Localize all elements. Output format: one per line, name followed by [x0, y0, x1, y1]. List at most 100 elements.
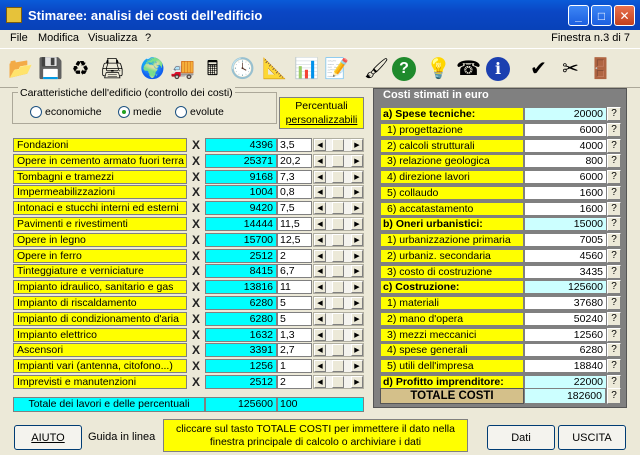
remove-icon[interactable]: X: [189, 343, 203, 357]
help-button[interactable]: ?: [607, 138, 621, 153]
remove-icon[interactable]: X: [189, 280, 203, 294]
radio-evolute-button[interactable]: [175, 106, 187, 118]
arrow-right-icon[interactable]: ▶: [351, 249, 363, 262]
arrow-right-icon[interactable]: ▶: [351, 344, 363, 357]
arrow-left-icon[interactable]: ◀: [314, 281, 326, 294]
remove-icon[interactable]: X: [189, 359, 203, 373]
remove-icon[interactable]: X: [189, 375, 203, 389]
arrow-left-icon[interactable]: ◀: [314, 170, 326, 183]
work-percent-input[interactable]: 1,3: [277, 327, 312, 342]
radio-economiche[interactable]: economiche: [30, 106, 102, 118]
arrow-left-icon[interactable]: ◀: [314, 360, 326, 373]
save-disk-icon[interactable]: 💾: [36, 53, 65, 85]
percent-scrollbar[interactable]: ◀ ▶: [313, 153, 364, 168]
uscita-button[interactable]: USCITA: [558, 425, 626, 450]
work-percent-input[interactable]: 7,3: [277, 169, 312, 184]
arrow-right-icon[interactable]: ▶: [351, 233, 363, 246]
help-button[interactable]: ?: [607, 170, 621, 184]
brush-icon[interactable]: 🖌: [362, 53, 391, 85]
arrow-left-icon[interactable]: ◀: [314, 328, 326, 341]
work-percent-input[interactable]: 2: [277, 375, 312, 389]
menu-file[interactable]: File: [10, 32, 28, 44]
cost-value-input[interactable]: 800: [524, 154, 607, 169]
arrow-left-icon[interactable]: ◀: [314, 202, 326, 215]
cost-value-input[interactable]: 4000: [524, 138, 607, 153]
scroll-thumb[interactable]: [332, 376, 344, 388]
cost-value-input[interactable]: 6280: [524, 343, 607, 358]
arrow-right-icon[interactable]: ▶: [351, 218, 363, 230]
remove-icon[interactable]: X: [189, 233, 203, 247]
cost-value-input[interactable]: 7005: [524, 233, 607, 247]
percent-scrollbar[interactable]: ◀ ▶: [313, 343, 364, 358]
menu-visualizza[interactable]: Visualizza: [88, 32, 137, 44]
total-costs-button[interactable]: TOTALE COSTI: [380, 388, 524, 404]
work-percent-input[interactable]: 2: [277, 248, 312, 263]
arrow-left-icon[interactable]: ◀: [314, 297, 326, 309]
help-button[interactable]: ?: [607, 343, 621, 358]
help-button[interactable]: ?: [607, 185, 621, 200]
percent-scrollbar[interactable]: ◀ ▶: [313, 232, 364, 247]
help-button[interactable]: ?: [607, 217, 621, 232]
radio-medie[interactable]: medie: [118, 106, 162, 118]
work-percent-input[interactable]: 20,2: [277, 153, 312, 168]
cost-value-input[interactable]: 3435: [524, 264, 607, 279]
cost-value-input[interactable]: 37680: [524, 296, 607, 310]
work-percent-input[interactable]: 11: [277, 280, 312, 295]
work-percent-input[interactable]: 7,5: [277, 201, 312, 216]
cost-value-input[interactable]: 50240: [524, 311, 607, 326]
arrow-right-icon[interactable]: ▶: [351, 154, 363, 167]
percent-scrollbar[interactable]: ◀ ▶: [313, 359, 364, 374]
cost-value-input[interactable]: 125600: [524, 280, 607, 295]
percent-scrollbar[interactable]: ◀ ▶: [313, 264, 364, 279]
cost-value-input[interactable]: 6000: [524, 122, 607, 137]
scroll-thumb[interactable]: [332, 218, 344, 230]
arrow-left-icon[interactable]: ◀: [314, 312, 326, 325]
help-button[interactable]: ?: [607, 248, 621, 263]
recycle-bin-icon[interactable]: ♻: [66, 53, 95, 85]
work-percent-input[interactable]: 11,5: [277, 217, 312, 231]
arrow-left-icon[interactable]: ◀: [314, 218, 326, 230]
scroll-thumb[interactable]: [332, 265, 344, 278]
menu-help[interactable]: ?: [145, 32, 151, 44]
cost-value-input[interactable]: 6000: [524, 170, 607, 184]
printer-icon[interactable]: 🖨: [98, 53, 127, 85]
arrow-left-icon[interactable]: ◀: [314, 154, 326, 167]
scroll-thumb[interactable]: [332, 233, 344, 246]
scroll-thumb[interactable]: [332, 186, 344, 199]
remove-icon[interactable]: X: [189, 249, 203, 263]
notepad-icon[interactable]: 📝: [322, 53, 351, 85]
arrow-right-icon[interactable]: ▶: [351, 202, 363, 215]
arrow-left-icon[interactable]: ◀: [314, 139, 326, 151]
arrow-right-icon[interactable]: ▶: [351, 312, 363, 325]
guida-link[interactable]: Guida in linea: [88, 431, 155, 443]
remove-icon[interactable]: X: [189, 170, 203, 184]
minimize-button[interactable]: _: [568, 5, 589, 26]
scroll-thumb[interactable]: [332, 360, 344, 373]
scissors-icon[interactable]: ✂: [556, 53, 585, 85]
percent-scrollbar[interactable]: ◀ ▶: [313, 169, 364, 184]
percent-scrollbar[interactable]: ◀ ▶: [313, 201, 364, 216]
scroll-thumb[interactable]: [332, 249, 344, 262]
arrow-right-icon[interactable]: ▶: [351, 328, 363, 341]
scroll-thumb[interactable]: [332, 328, 344, 341]
cost-value-input[interactable]: 1600: [524, 185, 607, 200]
scroll-thumb[interactable]: [332, 170, 344, 183]
remove-icon[interactable]: X: [189, 201, 203, 215]
scroll-thumb[interactable]: [332, 312, 344, 325]
percent-scrollbar[interactable]: ◀ ▶: [313, 280, 364, 295]
cost-value-input[interactable]: 22000: [524, 374, 607, 389]
radio-economiche-button[interactable]: [30, 106, 42, 118]
scroll-thumb[interactable]: [332, 154, 344, 167]
scroll-thumb[interactable]: [332, 297, 344, 309]
help-button[interactable]: ?: [607, 122, 621, 137]
help-button[interactable]: ?: [607, 264, 621, 279]
work-percent-input[interactable]: 5: [277, 296, 312, 310]
percent-scrollbar[interactable]: ◀ ▶: [313, 138, 364, 152]
help-button[interactable]: ?: [607, 296, 621, 310]
telephone-icon[interactable]: ☎: [454, 53, 483, 85]
title-bar[interactable]: Stimaree: analisi dei costi dell'edifici…: [0, 0, 640, 30]
radio-medie-button[interactable]: [118, 106, 130, 118]
lightbulb-icon[interactable]: 💡: [424, 53, 453, 85]
radio-evolute[interactable]: evolute: [175, 106, 224, 118]
arrow-right-icon[interactable]: ▶: [351, 360, 363, 373]
